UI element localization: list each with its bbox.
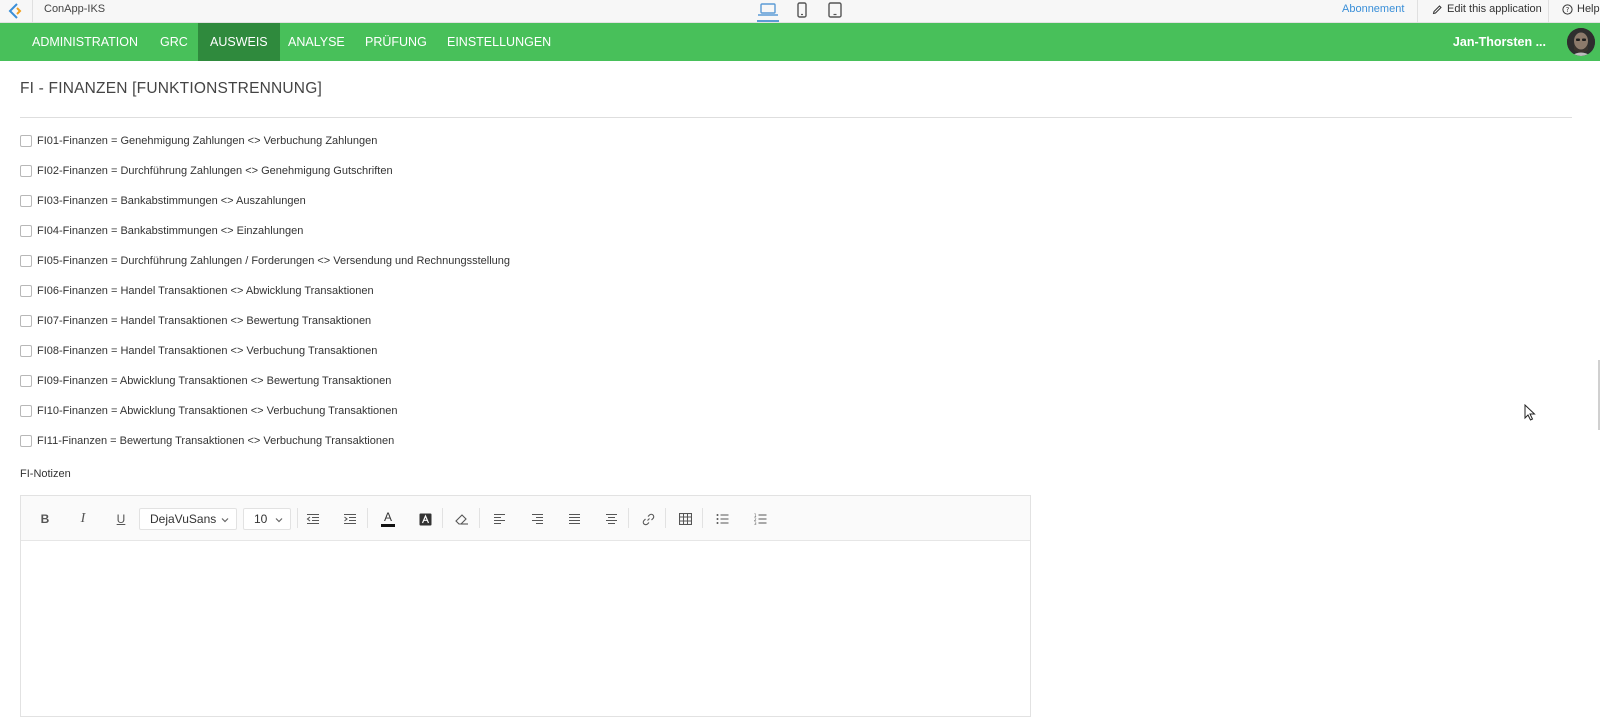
checkbox[interactable] — [20, 375, 32, 387]
checkbox-item[interactable]: FI10-Finanzen = Abwicklung Transaktionen… — [20, 402, 397, 420]
font-size-value: 10 — [254, 512, 268, 526]
edit-application-link[interactable]: Edit this application — [1432, 3, 1542, 15]
eraser-icon[interactable] — [450, 507, 474, 531]
text-color-glyph: A — [383, 510, 392, 524]
svg-text:?: ? — [1566, 6, 1570, 14]
bullet-list-icon[interactable] — [710, 507, 734, 531]
chevron-down-icon — [221, 518, 229, 523]
align-justify-icon[interactable] — [562, 507, 586, 531]
checkbox-label[interactable]: FI04-Finanzen = Bankabstimmungen <> Einz… — [37, 225, 303, 237]
app-logo-icon[interactable] — [7, 2, 27, 20]
checkbox-item[interactable]: FI02-Finanzen = Durchführung Zahlungen <… — [20, 162, 393, 180]
checkbox[interactable] — [20, 165, 32, 177]
main-nav: ADMINISTRATION GRC AUSWEIS ANALYSE PRÜFU… — [0, 23, 1600, 61]
help-link[interactable]: ? Help — [1562, 3, 1600, 15]
italic-button[interactable]: I — [71, 507, 95, 531]
nav-item-grc[interactable]: GRC — [148, 23, 200, 61]
checkbox-item[interactable]: FI01-Finanzen = Genehmigung Zahlungen <>… — [20, 132, 377, 150]
checkbox[interactable] — [20, 315, 32, 327]
checkbox-item[interactable]: FI06-Finanzen = Handel Transaktionen <> … — [20, 282, 374, 300]
underline-button[interactable]: U — [109, 507, 133, 531]
checkbox-item[interactable]: FI08-Finanzen = Handel Transaktionen <> … — [20, 342, 377, 360]
checkbox-item[interactable]: FI04-Finanzen = Bankabstimmungen <> Einz… — [20, 222, 303, 240]
toolbar-divider — [367, 508, 368, 528]
toolbar-divider — [665, 508, 666, 528]
align-right-icon[interactable] — [525, 507, 549, 531]
divider — [1417, 0, 1418, 23]
checkbox-label[interactable]: FI07-Finanzen = Handel Transaktionen <> … — [37, 315, 371, 327]
checkbox-label[interactable]: FI06-Finanzen = Handel Transaktionen <> … — [37, 285, 374, 297]
checkbox[interactable] — [20, 405, 32, 417]
nav-item-ausweis[interactable]: AUSWEIS — [198, 23, 280, 61]
user-name[interactable]: Jan-Thorsten ... — [1453, 23, 1546, 61]
checkbox-item[interactable]: FI07-Finanzen = Handel Transaktionen <> … — [20, 312, 371, 330]
nav-item-administration[interactable]: ADMINISTRATION — [20, 23, 150, 61]
font-family-value: DejaVuSans — [150, 512, 217, 526]
notes-label: FI-Notizen — [20, 468, 71, 480]
app-title: ConApp-IKS — [44, 3, 106, 15]
checkbox[interactable] — [20, 225, 32, 237]
divider — [32, 0, 33, 23]
toolbar-divider — [702, 508, 703, 528]
checkbox-label[interactable]: FI11-Finanzen = Bewertung Transaktionen … — [37, 435, 394, 447]
checkbox[interactable] — [20, 285, 32, 297]
edit-application-label: Edit this application — [1447, 3, 1542, 15]
toolbar-divider — [628, 508, 629, 528]
avatar[interactable] — [1567, 28, 1595, 56]
font-family-select[interactable]: DejaVuSans — [139, 508, 237, 530]
text-color-button[interactable]: A — [376, 507, 400, 531]
checkbox[interactable] — [20, 435, 32, 447]
notes-editor: B I U DejaVuSans 10 A 1 2 3 — [20, 495, 1031, 717]
table-icon[interactable] — [673, 507, 697, 531]
help-icon: ? — [1562, 3, 1573, 15]
checkbox[interactable] — [20, 135, 32, 147]
checkbox-label[interactable]: FI09-Finanzen = Abwicklung Transaktionen… — [37, 375, 391, 387]
checkbox-label[interactable]: FI01-Finanzen = Genehmigung Zahlungen <>… — [37, 135, 377, 147]
page-title: FI - FINANZEN [FUNKTIONSTRENNUNG] — [20, 80, 322, 97]
bold-button[interactable]: B — [33, 507, 57, 531]
checkbox-item[interactable]: FI09-Finanzen = Abwicklung Transaktionen… — [20, 372, 391, 390]
tablet-icon[interactable] — [828, 2, 842, 22]
indent-icon[interactable] — [338, 507, 362, 531]
editor-toolbar: B I U DejaVuSans 10 A 1 2 3 — [21, 496, 1030, 541]
desktop-icon[interactable] — [757, 2, 779, 22]
outdent-icon[interactable] — [301, 507, 325, 531]
top-bar: ConApp-IKS Abonnement Edit this applicat… — [0, 0, 1600, 23]
editor-content-area[interactable] — [21, 541, 1030, 716]
pencil-icon — [1432, 4, 1442, 14]
chevron-down-icon — [275, 518, 283, 523]
nav-item-analyse[interactable]: ANALYSE — [276, 23, 357, 61]
help-label: Help — [1577, 3, 1600, 15]
toolbar-divider — [442, 508, 443, 528]
checkbox-label[interactable]: FI08-Finanzen = Handel Transaktionen <> … — [37, 345, 377, 357]
divider — [1548, 0, 1549, 23]
checkbox-label[interactable]: FI10-Finanzen = Abwicklung Transaktionen… — [37, 405, 397, 417]
toolbar-divider — [479, 508, 480, 528]
font-size-select[interactable]: 10 — [243, 508, 291, 530]
nav-item-einstellungen[interactable]: EINSTELLUNGEN — [435, 23, 563, 61]
highlight-color-icon[interactable] — [413, 507, 437, 531]
checkbox-item[interactable]: FI05-Finanzen = Durchführung Zahlungen /… — [20, 252, 510, 270]
checkbox[interactable] — [20, 345, 32, 357]
align-center-icon[interactable] — [599, 507, 623, 531]
nav-item-pruefung[interactable]: PRÜFUNG — [353, 23, 439, 61]
toolbar-divider — [297, 508, 298, 528]
phone-icon[interactable] — [796, 2, 808, 22]
numbered-list-icon[interactable]: 123 — [748, 507, 772, 531]
checkbox[interactable] — [20, 255, 32, 267]
checkbox-label[interactable]: FI03-Finanzen = Bankabstimmungen <> Ausz… — [37, 195, 306, 207]
checkbox[interactable] — [20, 195, 32, 207]
link-icon[interactable] — [636, 507, 660, 531]
checkbox-item[interactable]: FI11-Finanzen = Bewertung Transaktionen … — [20, 432, 394, 450]
subscription-link[interactable]: Abonnement — [1342, 3, 1404, 15]
divider — [20, 117, 1572, 118]
text-color-swatch — [381, 524, 395, 527]
align-left-icon[interactable] — [487, 507, 511, 531]
svg-text:3: 3 — [754, 521, 757, 525]
checkbox-label[interactable]: FI05-Finanzen = Durchführung Zahlungen /… — [37, 255, 510, 267]
mouse-cursor-icon — [1524, 403, 1536, 426]
checkbox-item[interactable]: FI03-Finanzen = Bankabstimmungen <> Ausz… — [20, 192, 306, 210]
checkbox-label[interactable]: FI02-Finanzen = Durchführung Zahlungen <… — [37, 165, 393, 177]
